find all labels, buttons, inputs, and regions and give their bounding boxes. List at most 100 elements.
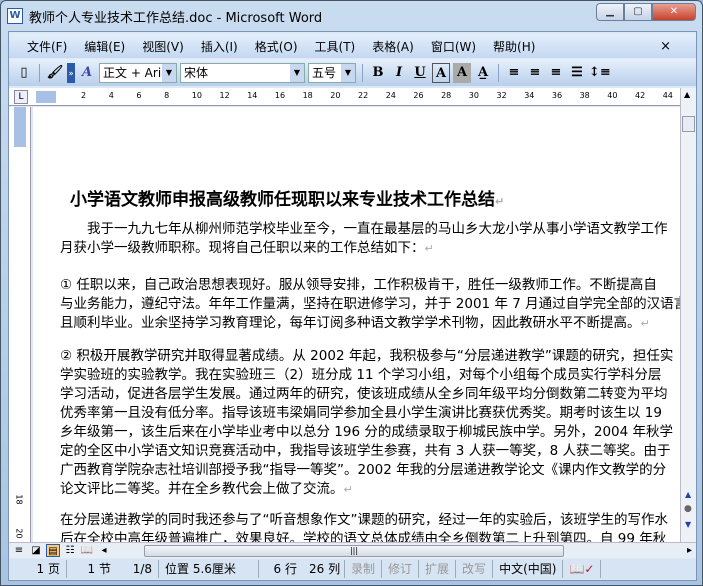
- close-document-button[interactable]: ×: [660, 39, 671, 54]
- ruler-tick: 26: [413, 91, 424, 100]
- align-right-icon[interactable]: ≡: [547, 63, 565, 83]
- menu-format[interactable]: 格式(O): [255, 38, 298, 55]
- line-text: ② 积极开展教学研究并取得显著成绩。从 2002 年起，我积极参与“分层递进教学…: [60, 348, 674, 364]
- document-page[interactable]: 小学语文教师申报高级教师任现职以来专业技术工作总结↵ 我于一九九七年从柳州师范学…: [33, 107, 681, 542]
- bold-button[interactable]: B: [369, 63, 387, 83]
- ruler-tick: 2: [81, 91, 87, 100]
- ruler-tick: 4: [108, 91, 114, 100]
- font-size-select[interactable]: 五号 ▼: [308, 62, 356, 83]
- menu-file[interactable]: 文件(F): [27, 38, 67, 55]
- ruler-tick: 20: [330, 91, 341, 100]
- document-line: 定的全区中小学语文知识竞赛活动中，我指导该班学生参赛，共有 3 人获一等奖，8 …: [60, 439, 671, 459]
- status-line: 6 行: [273, 562, 297, 576]
- align-justify-icon[interactable]: ≡: [505, 63, 523, 83]
- align-center-icon[interactable]: ≡: [526, 63, 544, 83]
- formatting-toolbar: ▯ 🖌 » A 正文 + Aria ▼ 宋体 ▼ 五号 ▼ B I U A A A̲ …: [9, 59, 696, 86]
- vruler-tick: 18: [14, 494, 24, 505]
- style-select[interactable]: 正文 + Aria ▼: [99, 62, 177, 83]
- paragraph-mark: ↵: [343, 483, 353, 496]
- chevron-down-icon[interactable]: ▼: [341, 63, 355, 82]
- spelling-check-icon[interactable]: 📖✓: [563, 560, 602, 578]
- close-button[interactable]: ✕: [652, 3, 696, 21]
- font-value: 宋体: [184, 66, 209, 80]
- chevron-down-icon[interactable]: ▼: [290, 63, 304, 82]
- word-window: W 教师个人专业技术工作总结.doc - Microsoft Word ▁ ▢ …: [0, 0, 703, 586]
- char-scaling-icon[interactable]: A̲: [474, 63, 492, 83]
- normal-view-icon[interactable]: ≡: [12, 544, 26, 557]
- reading-view-icon[interactable]: 📖: [80, 544, 94, 557]
- format-painter-icon[interactable]: 🖌: [46, 63, 64, 83]
- ruler-tick: 36: [551, 91, 563, 100]
- menu-bar: 文件(F) 编辑(E) 视图(V) 插入(I) 格式(O) 工具(T) 表格(A…: [9, 34, 696, 58]
- distributed-align-icon[interactable]: ☰: [568, 63, 586, 83]
- status-column: 26 列: [303, 560, 345, 578]
- ruler-tick: 12: [219, 91, 230, 100]
- toolbar-options-icon[interactable]: »: [67, 62, 75, 83]
- scroll-right-icon[interactable]: ▸: [687, 545, 692, 556]
- line-text: 乡年级第一，该生后来在小学毕业考中以总分 196 分的成绩录取于柳城民族中学。另…: [60, 424, 673, 440]
- line-text: 后在全校中高年级普遍推广，效果良好。学校的语文总体成绩由全乡倒数第二上升到第四。…: [60, 531, 667, 542]
- paragraph-mark: ↵: [424, 242, 434, 255]
- minimize-button[interactable]: ▁: [596, 3, 624, 21]
- ruler-tick: 44: [662, 91, 673, 100]
- status-overtype[interactable]: 改写: [456, 560, 494, 578]
- ruler-tick: 40: [607, 91, 618, 100]
- styles-pane-icon[interactable]: A: [78, 63, 96, 83]
- window-title: 教师个人专业技术工作总结.doc - Microsoft Word: [29, 10, 323, 26]
- menu-insert[interactable]: 插入(I): [201, 38, 238, 55]
- scroll-left-icon[interactable]: ◂: [97, 544, 111, 557]
- tab-selector[interactable]: L: [14, 90, 28, 104]
- horizontal-ruler[interactable]: L 2 4 6 8 10 12 14 16 18 20 22 24 26 28 30 32 34 36 38 40 42…: [9, 88, 681, 106]
- font-select[interactable]: 宋体 ▼: [180, 62, 305, 83]
- print-layout-icon[interactable]: ▤: [46, 544, 60, 557]
- line-text: 优秀率第一且没有低分率。指导该班韦梁娟同学参加全县小学生演讲比赛获优秀奖。期考时…: [60, 405, 662, 421]
- separator: [498, 63, 499, 82]
- status-track[interactable]: 修订: [382, 560, 420, 578]
- browse-object-icon[interactable]: ●: [684, 504, 692, 514]
- line-text: 在分层递进教学的同时我还参与了“听音想象作文”课题的研究，经过一年的实验后，该班…: [60, 512, 668, 528]
- next-page-icon[interactable]: ▼: [685, 520, 691, 529]
- horizontal-scrollbar[interactable]: ≡ ◪ ▤ ☷ 📖 ◂ ||| ▸: [9, 542, 696, 558]
- app-area: 文件(F) 编辑(E) 视图(V) 插入(I) 格式(O) 工具(T) 表格(A…: [8, 31, 697, 581]
- vertical-scrollbar[interactable]: ▲ ▲ ● ▼: [680, 88, 696, 542]
- char-shading-button[interactable]: A: [453, 62, 471, 83]
- menu-help[interactable]: 帮助(H): [493, 38, 535, 55]
- document-line: ② 积极开展教学研究并取得显著成绩。从 2002 年起，我积极参与“分层递进教学…: [60, 344, 673, 364]
- vruler-tick: 20: [14, 528, 24, 539]
- prev-page-icon[interactable]: ▲: [685, 490, 691, 499]
- vertical-ruler[interactable]: 18 20: [9, 107, 31, 542]
- ruler-tick: 24: [385, 91, 396, 100]
- document-line: 学实验班的实验教学。我在实验班三（2）班分成 11 个学习小组，对每个小组每个成…: [60, 363, 661, 383]
- maximize-button[interactable]: ▢: [624, 3, 652, 21]
- outline-view-icon[interactable]: ☷: [63, 544, 77, 557]
- paragraph-mark: ↵: [640, 317, 650, 330]
- underline-button[interactable]: U: [411, 63, 429, 83]
- scroll-up-icon[interactable]: ▲: [684, 90, 690, 99]
- status-pages: 1/8: [117, 560, 159, 578]
- ruler-tick: 18: [302, 91, 313, 100]
- menu-table[interactable]: 表格(A): [372, 38, 414, 55]
- char-border-button[interactable]: A: [432, 62, 450, 83]
- paragraph-mark: ↵: [495, 195, 505, 208]
- status-extend[interactable]: 扩展: [419, 560, 457, 578]
- italic-button[interactable]: I: [390, 63, 408, 83]
- line-text: ① 任职以来，自己政治思想表现好。服从领导安排，工作积极肯干，胜任一级教师工作。…: [60, 277, 657, 293]
- ruler-tick: 32: [496, 91, 507, 100]
- menu-edit[interactable]: 编辑(E): [84, 38, 125, 55]
- menu-window[interactable]: 窗口(W): [431, 38, 476, 55]
- new-document-icon[interactable]: ▯: [15, 63, 33, 83]
- line-spacing-icon[interactable]: ↕≡: [589, 63, 611, 83]
- ruler-tick: 28: [441, 91, 452, 100]
- menu-view[interactable]: 视图(V): [142, 38, 184, 55]
- web-view-icon[interactable]: ◪: [29, 544, 43, 557]
- style-value: 正文 + Aria: [103, 66, 169, 80]
- ruler-tick: 16: [274, 91, 286, 100]
- hscroll-thumb[interactable]: |||: [144, 545, 564, 557]
- separator: [362, 63, 363, 82]
- status-record[interactable]: 录制: [345, 560, 383, 578]
- menu-tools[interactable]: 工具(T): [315, 38, 356, 55]
- scroll-thumb[interactable]: [682, 116, 695, 132]
- status-language[interactable]: 中文(中国): [493, 560, 564, 578]
- title-text: 小学语文教师申报高级教师任现职以来专业技术工作总结: [70, 190, 495, 210]
- chevron-down-icon[interactable]: ▼: [162, 63, 176, 82]
